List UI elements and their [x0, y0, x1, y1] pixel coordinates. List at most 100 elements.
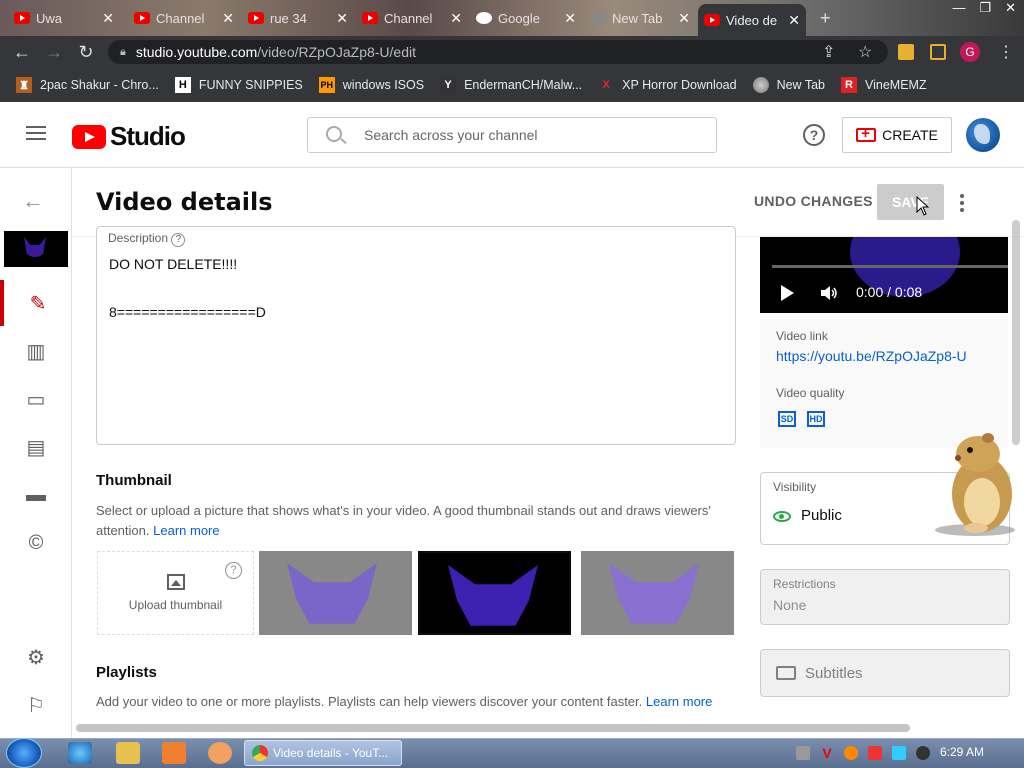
visibility-label: Visibility	[773, 480, 817, 494]
nav-copyright-icon[interactable]: ©	[0, 520, 72, 566]
more-options-icon[interactable]	[960, 194, 968, 212]
reload-icon[interactable]: ↻	[70, 36, 102, 68]
tray-monitor-icon[interactable]	[892, 746, 906, 760]
save-button[interactable]: SAVE	[877, 184, 944, 220]
bookmark-item[interactable]: H FUNNY SNIPPIES	[167, 68, 311, 102]
video-preview[interactable]	[760, 237, 1008, 313]
hd-badge-icon: HD	[807, 411, 825, 427]
close-tab-icon[interactable]: ✕	[102, 10, 114, 27]
help-icon[interactable]: ?	[803, 124, 825, 146]
star-icon[interactable]: ☆	[858, 42, 872, 62]
video-link[interactable]: https://youtu.be/RZpOJaZp8-U	[776, 348, 967, 364]
bookmark-item[interactable]: X XP Horror Download	[590, 68, 744, 102]
playlists-learn-more-link[interactable]: Learn more	[646, 694, 712, 709]
browser-tab[interactable]: Channel ✕	[128, 4, 240, 32]
upload-help-icon[interactable]: ?	[225, 562, 242, 579]
hamburger-menu-icon[interactable]	[26, 126, 46, 140]
playlists-description: Add your video to one or more playlists.…	[96, 694, 713, 709]
undo-changes-button[interactable]: UNDO CHANGES	[754, 193, 873, 209]
vertical-scrollbar[interactable]	[1012, 220, 1020, 445]
side-panel-icon[interactable]	[930, 44, 946, 60]
forward-arrow-icon[interactable]: →	[38, 36, 70, 68]
tray-search-icon[interactable]	[844, 746, 858, 760]
bookmark-item[interactable]: Y EndermanCH/Malw...	[432, 68, 590, 102]
close-window-icon[interactable]: ✕	[1005, 0, 1016, 20]
nav-feedback-icon[interactable]: ⚐	[0, 682, 72, 728]
browser-tab[interactable]: Google ✕	[470, 4, 582, 32]
taskbar-chrome-window[interactable]: Video details - YouT...	[244, 740, 402, 766]
eye-icon	[773, 511, 791, 522]
volume-icon[interactable]	[820, 285, 838, 301]
close-tab-icon[interactable]: ✕	[450, 10, 462, 27]
nav-editor-clapper-icon[interactable]: ▭	[0, 376, 72, 422]
nav-settings-gear-icon[interactable]: ⚙	[0, 634, 72, 680]
new-tab-button[interactable]: +	[814, 4, 838, 32]
extensions-icon[interactable]	[898, 44, 914, 60]
grin-image	[287, 563, 377, 624]
bookmarks-bar: ♜ 2pac Shakur - Chro... H FUNNY SNIPPIES P…	[0, 68, 1024, 102]
thumbnail-option-selected[interactable]	[418, 551, 571, 635]
tray-speaker-icon[interactable]	[916, 746, 930, 760]
browser-tab[interactable]: Uwa ✕	[8, 4, 120, 32]
bookmark-favicon-icon: X	[602, 79, 610, 91]
taskbar-clock[interactable]: 6:29 AM	[940, 745, 984, 759]
nav-details-pencil-icon[interactable]: ✎	[0, 280, 72, 326]
thumbnail-option[interactable]	[259, 551, 412, 635]
profile-avatar[interactable]: G	[960, 42, 980, 62]
thumbnail-learn-more-link[interactable]: Learn more	[153, 523, 219, 538]
youtube-studio-logo[interactable]: Studio	[72, 121, 186, 152]
visibility-value: Public	[801, 507, 842, 524]
nav-subtitles-icon[interactable]: ▬	[0, 472, 72, 518]
browser-tab[interactable]: rue 34 ✕	[242, 4, 354, 32]
close-tab-icon[interactable]: ✕	[678, 10, 690, 27]
channel-search-input[interactable]: Search across your channel	[307, 117, 717, 153]
create-button[interactable]: CREATE	[842, 117, 952, 153]
url-bar[interactable]: 🔒︎ studio.youtube.com/video/RZpOJaZp8-U/…	[108, 40, 888, 64]
back-arrow-icon[interactable]: ←	[22, 188, 44, 214]
bookmark-item[interactable]: ♜ 2pac Shakur - Chro...	[8, 68, 167, 102]
add-image-icon	[166, 574, 185, 590]
nav-comments-icon[interactable]: ▤	[0, 424, 72, 470]
play-icon[interactable]	[781, 285, 794, 301]
close-tab-icon[interactable]: ✕	[336, 10, 348, 27]
grin-image	[448, 565, 538, 626]
subtitles-button[interactable]: Subtitles	[760, 649, 1010, 697]
thumbnail-option[interactable]	[581, 551, 734, 635]
close-tab-icon[interactable]: ✕	[564, 10, 576, 27]
browser-tab[interactable]: New Tab ✕	[584, 4, 696, 32]
internet-explorer-icon[interactable]	[68, 742, 92, 764]
maximize-icon[interactable]: ❐	[979, 0, 991, 20]
browser-tab[interactable]: Channel ✕	[356, 4, 468, 32]
paint-icon[interactable]	[208, 742, 232, 764]
video-link-label: Video link	[776, 329, 828, 343]
close-tab-icon[interactable]: ✕	[222, 10, 234, 27]
hamster-desktop-pet-image[interactable]	[930, 432, 1024, 537]
tray-flag-icon[interactable]	[868, 746, 882, 760]
file-explorer-icon[interactable]	[116, 742, 140, 764]
browser-menu-icon[interactable]: ⋮	[998, 42, 1014, 62]
sd-badge-icon: SD	[778, 411, 796, 427]
share-icon[interactable]: ⇪	[822, 42, 835, 62]
start-button[interactable]	[6, 738, 42, 768]
description-label: Description ?	[108, 231, 186, 247]
horizontal-scrollbar[interactable]	[76, 724, 910, 732]
thumbnail-description: Select or upload a picture that shows wh…	[96, 503, 711, 538]
minimize-icon[interactable]: —	[952, 0, 965, 20]
bookmark-item[interactable]: New Tab	[745, 68, 833, 102]
video-thumbnail-small[interactable]	[4, 231, 68, 267]
tray-icon[interactable]	[796, 746, 810, 760]
youtube-favicon-icon	[704, 14, 720, 26]
browser-tab-active[interactable]: Video de ✕	[698, 4, 806, 36]
tray-v-icon[interactable]: V	[820, 746, 834, 760]
media-player-icon[interactable]	[162, 742, 186, 764]
video-progress-bar[interactable]	[772, 265, 1008, 268]
back-arrow-icon[interactable]: ←	[6, 36, 38, 68]
channel-avatar[interactable]	[966, 118, 1000, 152]
nav-analytics-icon[interactable]: ▥	[0, 328, 72, 374]
close-tab-icon[interactable]: ✕	[788, 12, 800, 29]
bookmark-item[interactable]: R VineMEMZ	[833, 68, 935, 102]
description-help-icon[interactable]: ?	[171, 233, 186, 247]
youtube-favicon-icon	[248, 12, 264, 24]
description-text[interactable]: DO NOT DELETE!!!! 8=================D	[109, 252, 266, 324]
bookmark-item[interactable]: PH windows ISOS	[311, 68, 432, 102]
